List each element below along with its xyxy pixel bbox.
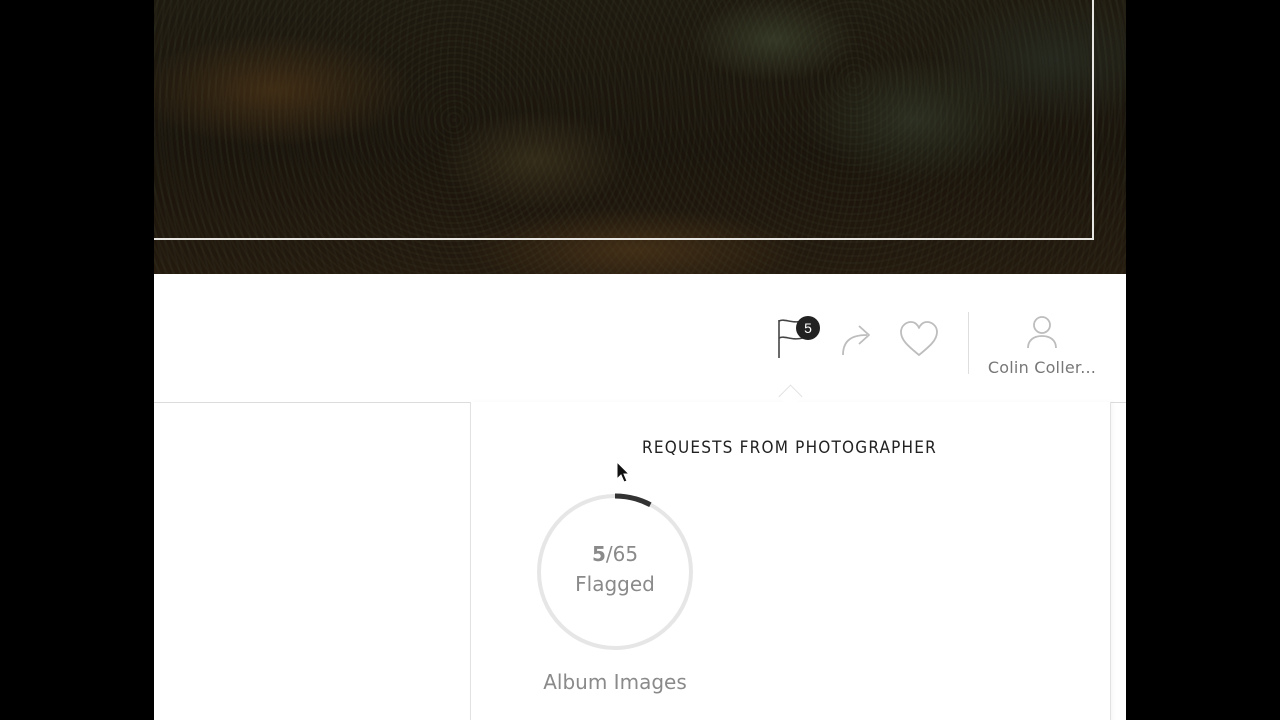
favorite-button[interactable] — [894, 314, 944, 364]
gallery-view: 5 Colin Coller... REQUESTS FROM PHOTOGRA… — [154, 0, 1126, 720]
user-menu[interactable]: Colin Coller... — [980, 314, 1104, 377]
mouse-cursor-icon — [616, 461, 630, 483]
user-name: Colin Coller... — [987, 358, 1097, 377]
share-button[interactable] — [832, 314, 882, 364]
photo-selection-frame — [154, 0, 1094, 240]
album-images-label[interactable]: Album Images — [515, 670, 715, 694]
flag-count-badge: 5 — [796, 316, 820, 340]
share-arrow-icon — [842, 325, 870, 356]
flagged-label: Flagged — [575, 572, 655, 596]
flag-button[interactable]: 5 — [768, 314, 820, 364]
toolbar-divider — [968, 312, 969, 374]
user-avatar-icon — [1027, 316, 1057, 349]
ring-text: 5/65 Flagged — [535, 540, 695, 600]
photo-toolbar: 5 Colin Coller... — [154, 274, 1126, 403]
requests-panel: REQUESTS FROM PHOTOGRAPHER 5/65 Flagged … — [470, 402, 1111, 720]
panel-title: REQUESTS FROM PHOTOGRAPHER — [642, 438, 937, 458]
flagged-count: 5/65 — [591, 542, 639, 566]
album-photo[interactable] — [154, 0, 1126, 274]
flagged-progress-ring: 5/65 Flagged — [535, 492, 695, 652]
heart-icon — [900, 321, 938, 356]
